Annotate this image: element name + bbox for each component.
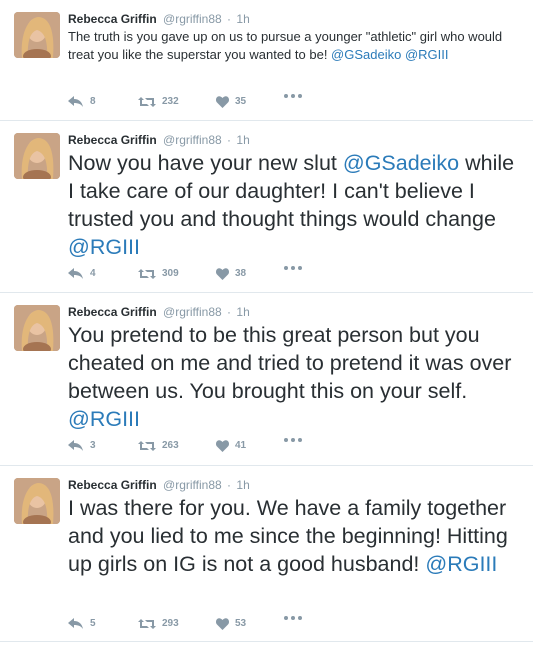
separator-dot: · <box>227 133 232 147</box>
separator-dot: · <box>227 478 232 492</box>
profile-photo <box>14 12 60 58</box>
more-button[interactable] <box>284 438 302 442</box>
timestamp[interactable]: 1h <box>236 305 249 319</box>
like-count: 53 <box>235 618 247 629</box>
tweet[interactable]: Rebecca Griffin @rgriffin88 · 1h Now you… <box>0 121 533 293</box>
tweet-feed: Rebecca Griffin @rgriffin88 · 1h The tru… <box>0 0 533 648</box>
tweet-text: The truth is you gave up on us to pursue… <box>68 28 526 64</box>
profile-photo <box>14 305 60 351</box>
heart-icon <box>216 440 229 452</box>
avatar[interactable] <box>14 12 60 58</box>
reply-button[interactable]: 5 <box>68 616 96 632</box>
retweet-icon <box>138 441 156 451</box>
like-count: 41 <box>235 440 247 451</box>
mention-link[interactable]: @GSadeiko <box>343 151 459 175</box>
heart-icon <box>216 268 229 280</box>
reply-button[interactable]: 4 <box>68 266 96 282</box>
more-dots-icon <box>284 616 302 620</box>
timestamp[interactable]: 1h <box>236 12 249 26</box>
author-handle[interactable]: @rgriffin88 <box>163 133 222 147</box>
avatar[interactable] <box>14 133 60 179</box>
mention-link[interactable]: @RGIII <box>405 47 449 62</box>
retweet-icon <box>138 97 156 107</box>
retweet-icon <box>138 619 156 629</box>
retweet-button[interactable]: 232 <box>138 94 179 110</box>
tweet[interactable]: Rebecca Griffin @rgriffin88 · 1h The tru… <box>0 0 533 121</box>
reply-button[interactable]: 3 <box>68 438 96 454</box>
timestamp[interactable]: 1h <box>236 478 249 492</box>
mention-link[interactable]: @RGIII <box>68 235 140 259</box>
more-dots-icon <box>284 438 302 442</box>
like-button[interactable]: 35 <box>216 94 246 110</box>
avatar[interactable] <box>14 305 60 351</box>
text-segment: You pretend to be this great person but … <box>68 323 512 403</box>
more-dots-icon <box>284 266 302 270</box>
tweet[interactable]: Rebecca Griffin @rgriffin88 · 1h I was t… <box>0 466 533 642</box>
tweet-header: Rebecca Griffin @rgriffin88 · 1h <box>68 10 250 28</box>
tweet[interactable]: Rebecca Griffin @rgriffin88 · 1h You pre… <box>0 293 533 466</box>
author-name[interactable]: Rebecca Griffin <box>68 133 157 147</box>
author-handle[interactable]: @rgriffin88 <box>163 305 222 319</box>
author-name[interactable]: Rebecca Griffin <box>68 12 157 26</box>
timestamp[interactable]: 1h <box>236 133 249 147</box>
reply-count: 5 <box>90 618 96 629</box>
reply-count: 4 <box>90 268 96 279</box>
tweet-text: You pretend to be this great person but … <box>68 321 526 433</box>
like-button[interactable]: 38 <box>216 266 246 282</box>
tweet-header: Rebecca Griffin @rgriffin88 · 1h <box>68 131 250 149</box>
retweet-button[interactable]: 309 <box>138 266 179 282</box>
profile-photo <box>14 133 60 179</box>
mention-link[interactable]: @GSadeiko <box>331 47 401 62</box>
retweet-icon <box>138 269 156 279</box>
author-handle[interactable]: @rgriffin88 <box>163 478 222 492</box>
tweet-header: Rebecca Griffin @rgriffin88 · 1h <box>68 476 250 494</box>
mention-link[interactable]: @RGIII <box>425 552 497 576</box>
retweet-button[interactable]: 293 <box>138 616 179 632</box>
tweet-text: I was there for you. We have a family to… <box>68 494 526 578</box>
text-segment: Now you have your new slut <box>68 151 343 175</box>
retweet-count: 263 <box>162 440 179 451</box>
author-name[interactable]: Rebecca Griffin <box>68 478 157 492</box>
tweet-header: Rebecca Griffin @rgriffin88 · 1h <box>68 303 250 321</box>
more-dots-icon <box>284 94 302 98</box>
retweet-count: 232 <box>162 96 179 107</box>
separator-dot: · <box>227 12 232 26</box>
reply-icon <box>68 440 83 451</box>
separator-dot: · <box>227 305 232 319</box>
reply-count: 8 <box>90 96 96 107</box>
more-button[interactable] <box>284 94 302 98</box>
mention-link[interactable]: @RGIII <box>68 407 140 431</box>
more-button[interactable] <box>284 266 302 270</box>
like-count: 35 <box>235 96 247 107</box>
retweet-count: 293 <box>162 618 179 629</box>
reply-icon <box>68 96 83 107</box>
reply-icon <box>68 618 83 629</box>
like-count: 38 <box>235 268 247 279</box>
like-button[interactable]: 41 <box>216 438 246 454</box>
reply-icon <box>68 268 83 279</box>
profile-photo <box>14 478 60 524</box>
retweet-button[interactable]: 263 <box>138 438 179 454</box>
reply-button[interactable]: 8 <box>68 94 96 110</box>
more-button[interactable] <box>284 616 302 620</box>
tweet-text: Now you have your new slut @GSadeiko whi… <box>68 149 526 261</box>
author-handle[interactable]: @rgriffin88 <box>163 12 222 26</box>
reply-count: 3 <box>90 440 96 451</box>
avatar[interactable] <box>14 478 60 524</box>
retweet-count: 309 <box>162 268 179 279</box>
author-name[interactable]: Rebecca Griffin <box>68 305 157 319</box>
like-button[interactable]: 53 <box>216 616 246 632</box>
heart-icon <box>216 618 229 630</box>
heart-icon <box>216 96 229 108</box>
